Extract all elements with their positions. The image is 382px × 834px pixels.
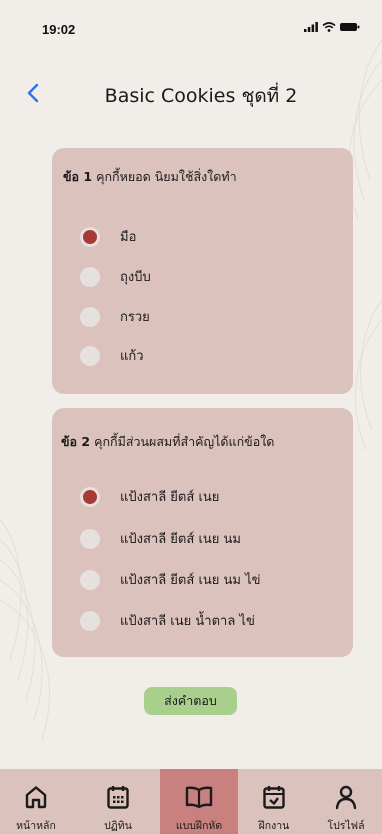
header: Basic Cookies ชุดที่ 2 [0, 76, 382, 112]
submit-button[interactable]: ส่งคำตอบ [144, 687, 237, 715]
bottom-nav: หน้าหลัก ปฏิทิน แบบฝึกหัด ฝึกงาน โปรไฟล์ [0, 769, 382, 834]
radio-dot [83, 229, 97, 244]
question-body: คุกกี้หยอด นิยมใช้สิ่งใดทำ [96, 169, 237, 184]
nav-label: หน้าหลัก [16, 820, 56, 832]
status-bar: 19:02 [0, 0, 382, 60]
option-label: แก้ว [120, 349, 144, 364]
option-label: แป้งสาลี เนย น้ำตาล ไข่ [120, 614, 255, 629]
status-time: 19:02 [42, 22, 76, 37]
nav-item-profile[interactable]: โปรไฟล์ [310, 769, 382, 834]
radio-button[interactable] [80, 306, 100, 327]
signal-icon [304, 22, 318, 32]
answer-option[interactable]: มือ [80, 226, 136, 247]
book-icon [185, 786, 213, 809]
battery-icon [340, 23, 360, 31]
answer-option[interactable]: แป้งสาลี ยีตส์ เนย [80, 486, 219, 507]
option-label: แป้งสาลี ยีตส์ เนย [120, 490, 220, 505]
home-icon [25, 786, 47, 809]
user-icon [335, 785, 357, 810]
radio-button[interactable] [80, 266, 100, 287]
radio-button[interactable] [80, 569, 100, 590]
question-text: ข้อ 2 คุกกี้มีส่วนผสมที่สำคัญได้แก่ข้อใด [61, 432, 274, 452]
radio-button-selected[interactable] [80, 226, 100, 247]
nav-label: โปรไฟล์ [327, 820, 365, 832]
question-body: คุกกี้มีส่วนผสมที่สำคัญได้แก่ข้อใด [94, 434, 275, 449]
answer-option[interactable]: กรวย [80, 306, 150, 327]
radio-button[interactable] [80, 528, 100, 549]
option-label: แป้งสาลี ยีตส์ เนย นม ไข่ [120, 573, 261, 588]
nav-label: ฝึกงาน [258, 820, 290, 832]
nav-item-calendar[interactable]: ปฏิทิน [82, 769, 154, 834]
wifi-icon [322, 22, 336, 32]
radio-button[interactable] [80, 610, 100, 631]
radio-button-selected[interactable] [80, 486, 100, 507]
nav-item-internship[interactable]: ฝึกงาน [238, 769, 310, 834]
nav-item-exercises[interactable]: แบบฝึกหัด [160, 769, 238, 834]
question-number: ข้อ 1 [63, 169, 93, 184]
option-label: ถุงบีบ [120, 270, 151, 285]
question-number: ข้อ 2 [61, 434, 91, 449]
nav-item-home[interactable]: หน้าหลัก [0, 769, 72, 834]
status-icons [304, 22, 360, 32]
nav-label: แบบฝึกหัด [175, 820, 223, 832]
answer-option[interactable]: แก้ว [80, 345, 144, 366]
question-card-2: ข้อ 2 คุกกี้มีส่วนผสมที่สำคัญได้แก่ข้อใด… [52, 408, 353, 657]
question-text: ข้อ 1 คุกกี้หยอด นิยมใช้สิ่งใดทำ [63, 167, 237, 187]
calendar-check-icon [263, 786, 285, 809]
question-card-1: ข้อ 1 คุกกี้หยอด นิยมใช้สิ่งใดทำ มือ ถุง… [52, 148, 353, 394]
radio-dot [83, 489, 97, 504]
radio-button[interactable] [80, 345, 100, 366]
option-label: มือ [120, 230, 137, 245]
answer-option[interactable]: แป้งสาลี ยีตส์ เนย นม [80, 528, 241, 549]
nav-label: ปฏิทิน [104, 820, 132, 832]
calendar-icon [107, 786, 129, 809]
answer-option[interactable]: แป้งสาลี เนย น้ำตาล ไข่ [80, 610, 255, 631]
option-label: กรวย [120, 310, 150, 325]
answer-option[interactable]: ถุงบีบ [80, 266, 151, 287]
page-title: Basic Cookies ชุดที่ 2 [104, 85, 298, 107]
answer-option[interactable]: แป้งสาลี ยีตส์ เนย นม ไข่ [80, 569, 261, 590]
option-label: แป้งสาลี ยีตส์ เนย นม [120, 532, 241, 547]
